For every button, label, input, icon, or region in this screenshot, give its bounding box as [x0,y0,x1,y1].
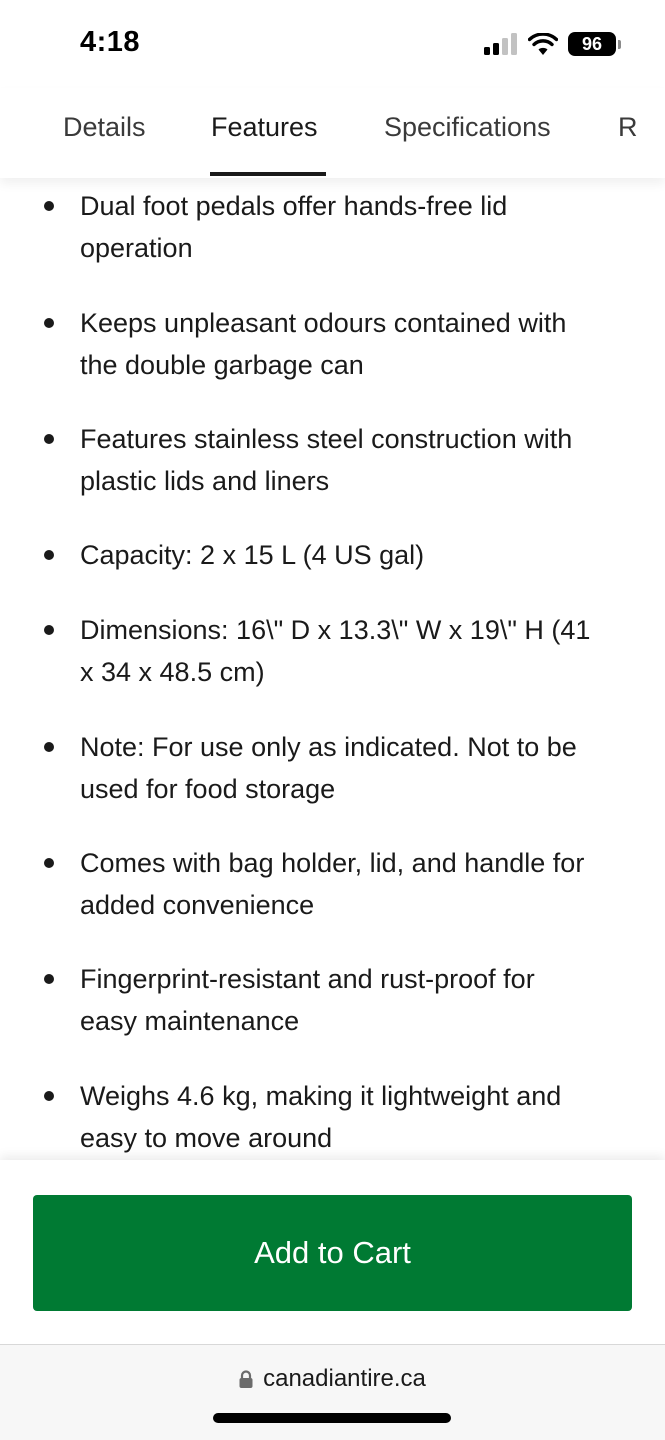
feature-text-line: Note: For use only as indicated. Not to … [80,732,577,762]
bullet [44,318,54,328]
bullet [44,550,54,560]
battery-tip [618,39,621,49]
bullet [44,974,54,984]
list-item: Keeps unpleasant odours contained with t… [44,302,620,386]
tab-specifications[interactable]: Specifications [384,112,551,143]
list-item: Features stainless steel construction wi… [44,418,620,502]
list-item: Dimensions: 16\" D x 13.3\" W x 19\" H (… [44,609,620,693]
battery-level: 96 [568,32,616,56]
feature-text-line: Capacity: 2 x 15 L (4 US gal) [80,540,425,570]
tab-details[interactable]: Details [63,112,146,143]
feature-text-line: Dual foot pedals offer hands-free lid [80,191,508,221]
bullet [44,742,54,752]
feature-text-line: Keeps unpleasant odours contained with [80,308,567,338]
status-bar: 4:18 96 [0,0,665,88]
list-item: Capacity: 2 x 15 L (4 US gal) [44,534,620,576]
lock-icon [239,1370,253,1388]
feature-text-line: used for food storage [80,774,336,804]
list-item: Fingerprint-resistant and rust-proof for… [44,958,620,1042]
feature-text-line: easy maintenance [80,1006,300,1036]
list-item: Weighs 4.6 kg, making it lightweight and… [44,1075,620,1159]
feature-text-line: easy to move around [80,1123,333,1153]
feature-text-line: Features stainless steel construction wi… [80,424,573,454]
bullet [44,625,54,635]
feature-text-line: Weighs 4.6 kg, making it lightweight and [80,1081,562,1111]
browser-url-bar: canadiantire.ca [0,1345,665,1440]
tab-features[interactable]: Features [211,112,318,143]
address-display[interactable]: canadiantire.ca [0,1365,665,1393]
features-list: Dual foot pedals offer hands-free lid op… [0,178,665,1160]
list-item: Note: For use only as indicated. Not to … [44,726,620,810]
section-tabs: Details Features Specifications R [0,88,665,178]
status-time: 4:18 [80,26,141,58]
home-indicator[interactable] [213,1413,451,1423]
feature-text-line: the double garbage can [80,350,364,380]
bullet [44,858,54,868]
feature-text-line: Comes with bag holder, lid, and handle f… [80,848,585,878]
feature-text-line: Fingerprint-resistant and rust-proof for [80,964,535,994]
feature-text-line: x 34 x 48.5 cm) [80,657,265,687]
url-text: canadiantire.ca [263,1365,426,1392]
feature-text-line: plastic lids and liners [80,466,330,496]
status-icons: 96 [484,32,621,56]
active-tab-indicator [210,172,326,176]
battery-icon: 96 [568,32,621,56]
feature-text-line: Dimensions: 16\" D x 13.3\" W x 19\" H (… [80,615,591,645]
wifi-icon [528,33,558,55]
add-to-cart-button[interactable]: Add to Cart [33,1195,632,1311]
signal-icon [484,33,517,55]
list-item: Comes with bag holder, lid, and handle f… [44,842,620,926]
feature-text-line: operation [80,233,193,263]
bullet [44,434,54,444]
list-item: Dual foot pedals offer hands-free lid op… [44,185,620,269]
tab-reviews[interactable]: R [618,112,638,143]
bullet [44,1091,54,1101]
action-bar: Add to Cart [0,1160,665,1345]
bullet [44,201,54,211]
feature-text-line: added convenience [80,890,315,920]
